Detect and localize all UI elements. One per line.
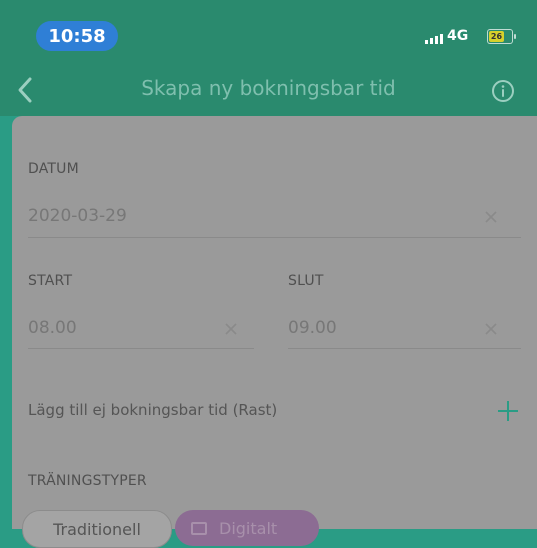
battery-icon: 26 (487, 29, 516, 44)
network-label: 4G (447, 28, 469, 44)
chip-label: Traditionell (53, 519, 141, 539)
end-field[interactable]: 09.00 (288, 318, 337, 338)
page-title: Skapa ny bokningsbar tid (141, 76, 396, 100)
add-break-plus-icon[interactable] (496, 399, 520, 423)
clear-date-icon[interactable] (484, 210, 498, 224)
nav-bar: Skapa ny bokningsbar tid (0, 64, 537, 116)
clear-start-icon[interactable] (224, 322, 238, 336)
date-label: DATUM (28, 161, 79, 177)
add-break-label[interactable]: Lägg till ej bokningsbar tid (Rast) (28, 401, 277, 419)
training-types-label: TRÄNINGSTYPER (28, 473, 147, 489)
date-field[interactable]: 2020-03-29 (28, 206, 127, 226)
start-divider (28, 348, 254, 349)
battery-level: 26 (489, 31, 504, 42)
status-time: 10:58 (36, 21, 118, 51)
form-sheet: DATUM 2020-03-29 START 08.00 SLUT 09.00 … (12, 116, 537, 548)
status-bar: 10:58 4G 26 (0, 0, 537, 64)
start-field[interactable]: 08.00 (28, 318, 77, 338)
end-divider (288, 348, 521, 349)
end-label: SLUT (288, 273, 324, 289)
info-icon[interactable] (491, 79, 515, 103)
training-type-chip-traditionell[interactable]: Traditionell (22, 510, 172, 548)
date-divider (28, 237, 521, 238)
start-label: START (28, 273, 73, 289)
video-camera-icon (191, 521, 207, 535)
clear-end-icon[interactable] (484, 322, 498, 336)
signal-icon (425, 34, 443, 44)
chip-label: Digitalt (219, 518, 278, 538)
training-type-chip-digitalt[interactable]: Digitalt (175, 510, 319, 546)
